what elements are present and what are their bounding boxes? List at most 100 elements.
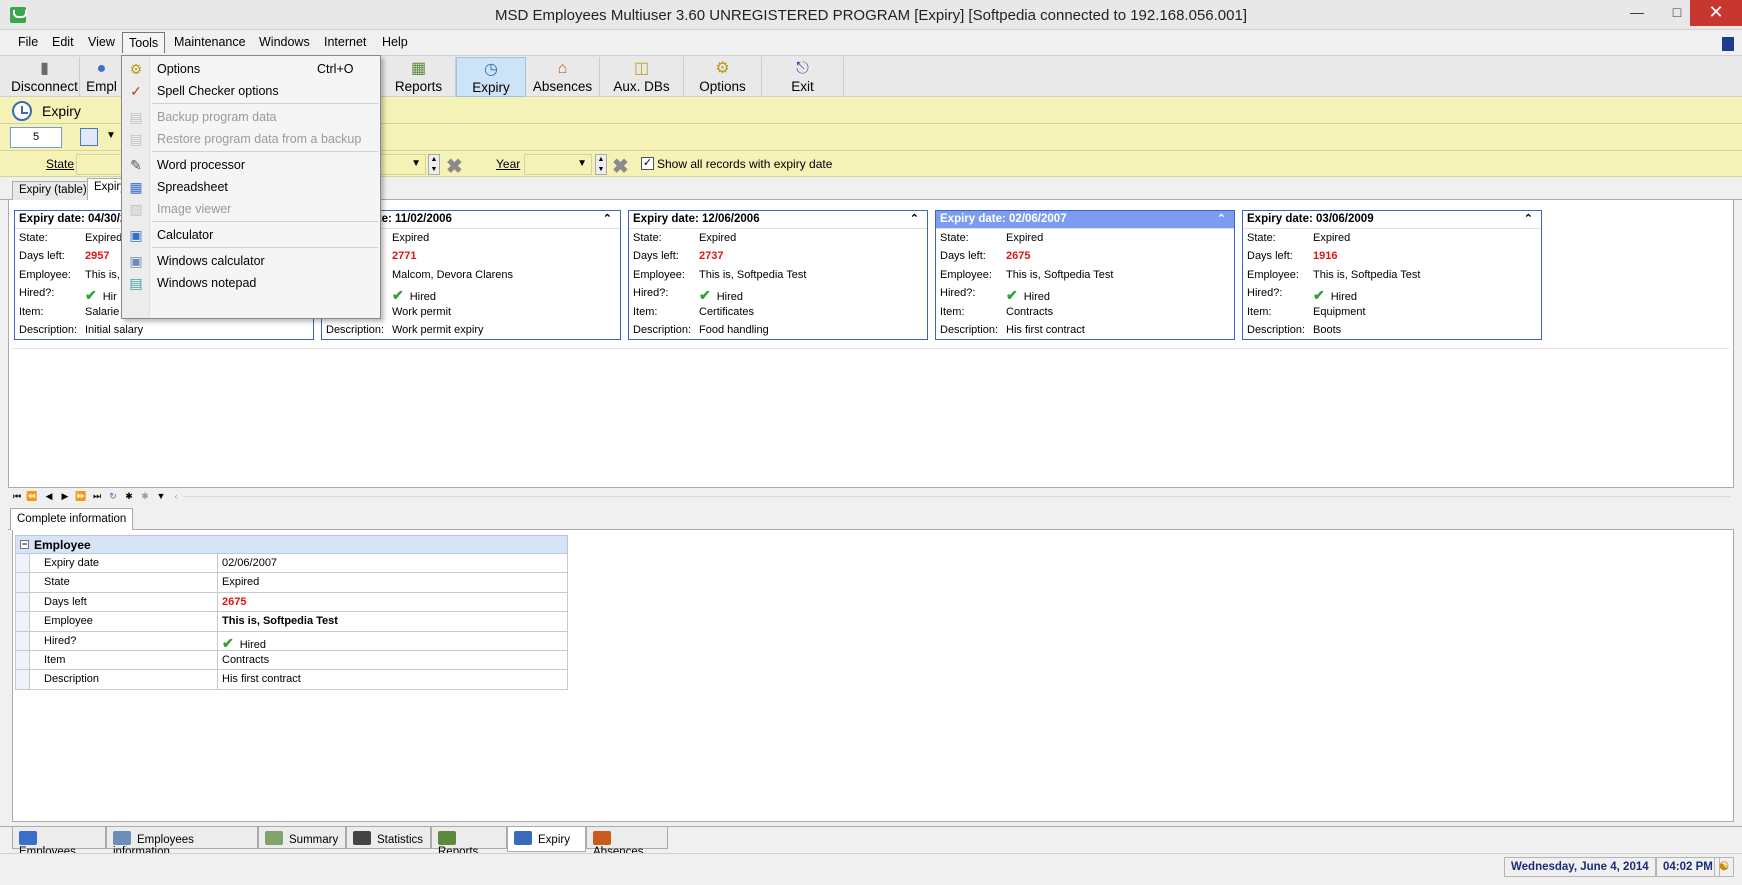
menu-file[interactable]: File xyxy=(18,35,38,49)
mdi-restore-icon[interactable] xyxy=(1722,37,1734,51)
grid-row[interactable]: Hired? ✔ Hired xyxy=(15,631,568,651)
collapse-card-icon[interactable]: ⌃ xyxy=(1217,212,1226,225)
summary-icon xyxy=(265,831,283,845)
grid-row[interactable]: Days left 2675 xyxy=(15,592,568,613)
menu-item-spell-checker-options[interactable]: ✓ Spell Checker options xyxy=(122,80,380,102)
expiry-card[interactable]: Expiry date: 12/06/2006 ⌃ State: Expired Day… xyxy=(628,210,928,340)
show-all-checkbox[interactable]: ✓ xyxy=(641,157,654,170)
expiry-card[interactable]: Expiry date: 03/06/2009 ⌃ State: Expired Day… xyxy=(1242,210,1542,340)
last-record-button[interactable]: ⏭ xyxy=(90,489,104,504)
module-tab-statistics[interactable]: Statistics xyxy=(346,827,431,849)
tab-complete-information[interactable]: Complete information xyxy=(10,508,134,530)
menu-maintenance[interactable]: Maintenance xyxy=(174,35,246,49)
menu-windows[interactable]: Windows xyxy=(259,35,310,49)
first-record-button[interactable]: ⏮ xyxy=(10,489,24,504)
module-tab-reports[interactable]: Reports xyxy=(431,827,507,858)
menu-item-image-viewer[interactable]: ▧ Image viewer xyxy=(122,198,380,220)
scroll-left-icon[interactable]: ‹ xyxy=(169,489,183,504)
menu-item-windows-calculator[interactable]: ▣ Windows calculator xyxy=(122,250,380,272)
menu-item-label: Windows calculator xyxy=(157,254,265,268)
menu-item-calculator[interactable]: ▣ Calculator xyxy=(122,224,380,246)
insert-record-icon[interactable]: ✱ xyxy=(122,489,136,504)
card-hired-text: Hired xyxy=(1330,291,1358,304)
reports-button[interactable]: ▦ Reports xyxy=(382,57,456,97)
menu-help[interactable]: Help xyxy=(382,35,408,49)
card-row: Employee: This is, Softpedia Test xyxy=(629,266,927,284)
prev-record-button[interactable]: ◀ xyxy=(42,489,56,504)
card-label: Days left: xyxy=(940,250,986,263)
menu-item-options[interactable]: ⚙ Options Ctrl+O xyxy=(122,58,380,80)
card-row: State: Expired xyxy=(1243,229,1541,247)
grid-group-header[interactable]: − Employee xyxy=(15,535,568,554)
collapse-card-icon[interactable]: ⌃ xyxy=(603,212,612,225)
check-icon: ✔ xyxy=(85,287,97,304)
edit-icon[interactable] xyxy=(80,128,98,146)
card-label: Hired?: xyxy=(19,287,55,300)
tab-expiry-table[interactable]: Expiry (table) xyxy=(12,181,94,200)
card-employee: This is, Softpedia Test xyxy=(699,268,807,281)
expiry-button[interactable]: ◷ Expiry xyxy=(456,57,526,97)
collapse-card-icon[interactable]: ⌃ xyxy=(910,212,919,225)
menu-tools[interactable]: Tools xyxy=(122,32,166,53)
grid-row[interactable]: Item Contracts xyxy=(15,650,568,671)
grid-divider xyxy=(217,573,218,592)
grid-row[interactable]: State Expired xyxy=(15,573,568,593)
absences-button[interactable]: ⌂ Absences xyxy=(526,57,600,97)
status-time: 04:02 PM xyxy=(1656,857,1720,877)
module-tab-expiry[interactable]: Expiry xyxy=(507,827,586,852)
grid-value: 2675 xyxy=(222,596,246,608)
clear-year-icon[interactable]: ✖ xyxy=(612,154,629,179)
menu-item-spreadsheet[interactable]: ▦ Spreadsheet xyxy=(122,176,380,198)
menu-edit[interactable]: Edit xyxy=(52,35,74,49)
module-tab-absences[interactable]: Absences xyxy=(586,827,668,858)
next-record-button[interactable]: ▶ xyxy=(58,489,72,504)
clear-state-icon[interactable]: ✖ xyxy=(446,154,463,179)
collapse-icon[interactable]: − xyxy=(20,540,29,549)
refresh-icon[interactable]: ↻ xyxy=(106,489,120,504)
grid-indent xyxy=(16,650,30,670)
grid-row[interactable]: Employee This is, Softpedia Test xyxy=(15,612,568,632)
menu-item-restore-program-data-from-a-backup[interactable]: ▤ Restore program data from a backup xyxy=(122,128,380,150)
card-label: Item: xyxy=(633,305,658,318)
grid-row[interactable]: Expiry date 02/06/2007 xyxy=(15,554,568,574)
module-tab-employees-information[interactable]: Employees information xyxy=(106,827,258,858)
delete-record-icon[interactable]: ✱ xyxy=(138,489,152,504)
exit-button[interactable]: ⎋ Exit xyxy=(762,57,844,97)
year-combo[interactable]: ▼ xyxy=(524,154,592,175)
card-header: Expiry date: 03/06/2009 ⌃ xyxy=(1243,211,1541,229)
menu-item-word-processor[interactable]: ✎ Word processor xyxy=(122,154,380,176)
menu-item-windows-notepad[interactable]: ▤ Windows notepad xyxy=(122,272,380,294)
close-button[interactable]: ✕ xyxy=(1690,0,1742,26)
collapse-card-icon[interactable]: ⌃ xyxy=(1524,212,1533,225)
menu-view[interactable]: View xyxy=(88,35,115,49)
resize-grip-icon[interactable]: ☯ xyxy=(1714,857,1734,877)
disconnect-button[interactable]: ▮ Disconnect xyxy=(10,57,80,97)
maximize-button[interactable]: □ xyxy=(1664,0,1690,26)
record-count-field[interactable]: 5 xyxy=(10,127,62,148)
grid-row[interactable]: Description His first contract xyxy=(15,670,568,690)
expiry-card[interactable]: Expiry date: 02/06/2007 ⌃ State: Expired Day… xyxy=(935,210,1235,340)
chevron-down-icon[interactable]: ▼ xyxy=(106,130,116,141)
module-tab-label: Summary xyxy=(289,834,339,846)
year-spin[interactable]: ▲ ▼ xyxy=(595,154,607,175)
card-days-left: 2957 xyxy=(85,250,110,263)
filter-icon[interactable]: ▼ xyxy=(154,489,168,504)
next-page-button[interactable]: ⏩ xyxy=(74,489,88,504)
spell-check-icon: ✓ xyxy=(130,83,142,99)
employees-button[interactable]: ● Empl xyxy=(82,57,122,97)
options-button[interactable]: ⚙ Options xyxy=(684,57,762,97)
module-tab-summary[interactable]: Summary xyxy=(258,827,346,849)
grid-divider xyxy=(217,554,218,573)
card-state: Expired xyxy=(1313,232,1351,244)
menu-internet[interactable]: Internet xyxy=(324,35,366,49)
horizontal-scrollbar[interactable] xyxy=(183,496,1730,497)
prev-page-button[interactable]: ⏪ xyxy=(25,489,39,504)
module-tab-employees[interactable]: Employees xyxy=(12,827,106,858)
spreadsheet-icon: ▦ xyxy=(129,179,143,195)
state-spin[interactable]: ▲ ▼ xyxy=(428,154,440,175)
menu-item-backup-program-data[interactable]: ▤ Backup program data xyxy=(122,106,380,128)
detail-panel: − Employee Expiry date 02/06/2007 State Exp… xyxy=(12,530,1734,822)
minimize-button[interactable]: — xyxy=(1624,0,1650,26)
card-header: Expiry date: 02/06/2007 ⌃ xyxy=(936,211,1234,229)
aux-dbs-button[interactable]: ◫ Aux. DBs xyxy=(600,57,684,97)
